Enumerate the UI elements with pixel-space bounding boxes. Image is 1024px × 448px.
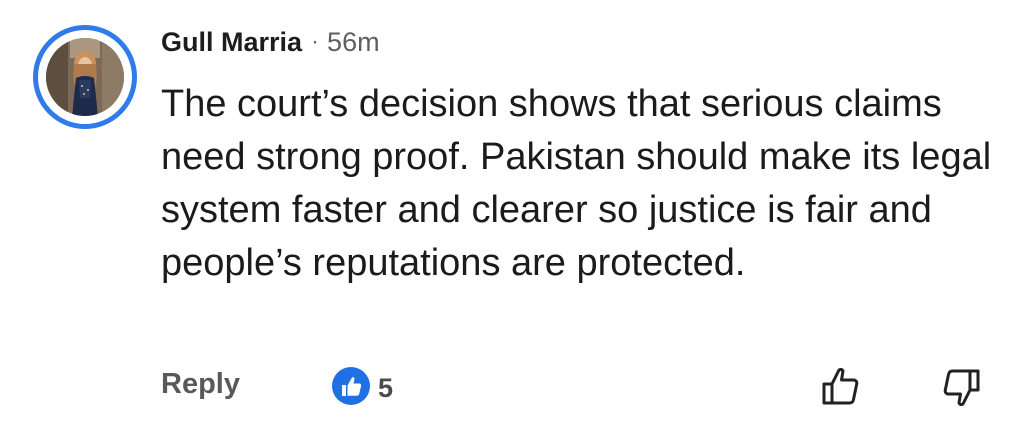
avatar[interactable] bbox=[33, 25, 137, 129]
comment-card: Gull Marria · 56m The court’s decision s… bbox=[0, 0, 1024, 448]
reaction-count: 5 bbox=[378, 373, 394, 403]
author-name[interactable]: Gull Marria bbox=[161, 27, 302, 58]
comment-actions: Reply 5 bbox=[161, 362, 1001, 410]
comment-header: Gull Marria · 56m bbox=[161, 24, 380, 60]
dislike-button[interactable] bbox=[939, 366, 983, 410]
separator-dot: · bbox=[311, 28, 320, 55]
thumbs-up-outline-icon bbox=[819, 367, 863, 412]
thumbs-down-outline-icon bbox=[939, 369, 983, 414]
avatar-image bbox=[46, 38, 124, 116]
timestamp: 56m bbox=[327, 26, 380, 57]
like-button[interactable] bbox=[819, 364, 863, 408]
like-reaction-icon bbox=[331, 366, 371, 411]
reply-button[interactable]: Reply bbox=[161, 368, 240, 401]
comment-text: The court’s decision shows that serious … bbox=[161, 83, 992, 284]
reaction-summary[interactable]: 5 bbox=[331, 366, 393, 411]
